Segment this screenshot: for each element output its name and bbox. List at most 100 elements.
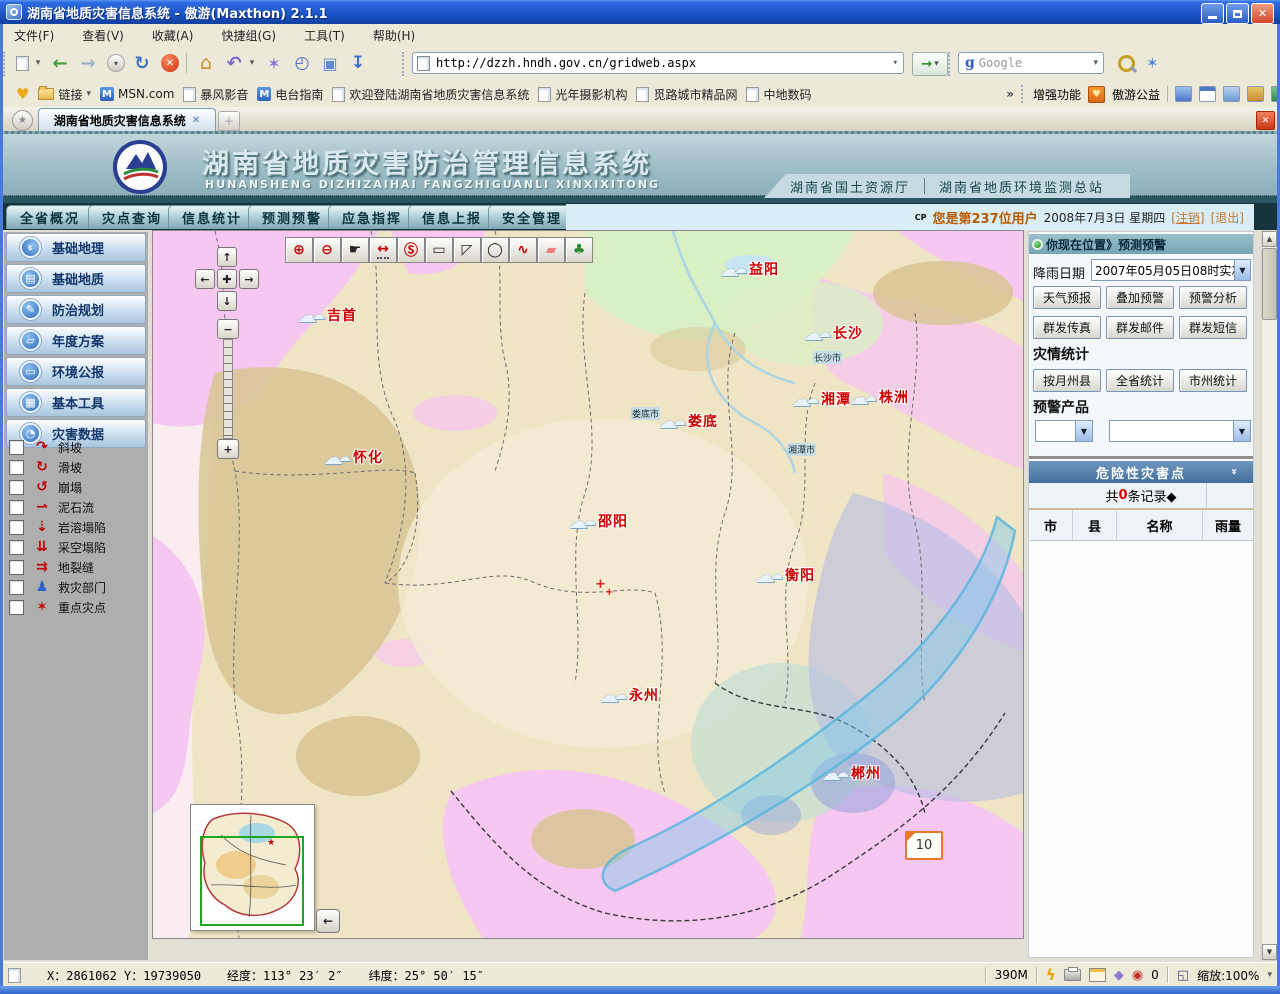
scroll-up-button[interactable]: ▲: [1262, 231, 1277, 247]
layer-checkbox[interactable]: [9, 440, 24, 455]
printer-icon[interactable]: [1064, 969, 1081, 981]
tab-emergency-command[interactable]: 应急指挥: [328, 205, 416, 229]
tab-hazard-query[interactable]: 灾点查询: [88, 205, 176, 229]
plugin-icon[interactable]: ◆: [1114, 968, 1124, 983]
notes-icon[interactable]: [1223, 86, 1240, 102]
overlay-warning-button[interactable]: 叠加预警: [1106, 286, 1174, 309]
tab-info-statistics[interactable]: 信息统计: [168, 205, 256, 229]
search-dropdown-icon[interactable]: ▾: [1093, 58, 1098, 68]
map-polyline-button[interactable]: ∿: [509, 237, 537, 263]
menu-tools[interactable]: 工具(T): [304, 27, 345, 44]
zoom-slider-plus-button[interactable]: +: [217, 439, 239, 459]
enhance-features-link[interactable]: 增强功能: [1033, 86, 1081, 103]
menu-file[interactable]: 文件(F): [14, 27, 54, 44]
danger-points-header[interactable]: 危险性灾害点 »: [1029, 461, 1253, 483]
map-layers-tree-button[interactable]: ♣: [565, 237, 593, 263]
logout-link[interactable]: [注销]: [1171, 209, 1204, 226]
url-text[interactable]: http://dzzh.hndh.gov.cn/gridweb.aspx: [436, 56, 696, 70]
rain-date-select[interactable]: 2007年05月05日08时实况 ▼: [1091, 259, 1251, 281]
tab-province-overview[interactable]: 全省概况: [6, 205, 94, 229]
bookmark-milu-city[interactable]: 觅路城市精品网: [636, 86, 737, 103]
history-clock-button[interactable]: ◴: [290, 51, 314, 75]
menu-help[interactable]: 帮助(H): [373, 27, 415, 44]
mass-email-button[interactable]: 群发邮件: [1106, 316, 1174, 339]
bookmarks-overflow-icon[interactable]: »: [1006, 87, 1014, 101]
search-placeholder[interactable]: Google: [979, 56, 1022, 70]
map-zoom-in-button[interactable]: ⊕: [285, 237, 313, 263]
go-button[interactable]: → ▾: [912, 52, 948, 76]
sidebar-item-env-bulletin[interactable]: ▭环境公报: [6, 357, 146, 386]
collapse-chevrons-icon[interactable]: »: [1228, 467, 1241, 476]
layer-checkbox[interactable]: [9, 460, 24, 475]
exit-link[interactable]: [退出]: [1211, 209, 1244, 226]
pan-up-button[interactable]: ↑: [217, 247, 237, 267]
new-page-button[interactable]: [10, 51, 34, 75]
window-tool-icon[interactable]: [1199, 86, 1216, 102]
minimap-collapse-button[interactable]: ←: [316, 909, 340, 933]
zoom-dropdown-icon[interactable]: ▾: [1267, 970, 1272, 980]
minimap-extent-rect[interactable]: [200, 836, 304, 926]
close-button[interactable]: ✕: [1251, 3, 1274, 24]
overview-minimap[interactable]: ★: [190, 804, 315, 931]
download-button[interactable]: ↧: [346, 51, 370, 75]
maxthon-charity-icon[interactable]: ♥: [1088, 86, 1105, 103]
new-tab-button[interactable]: ＋: [218, 111, 240, 131]
bookmark-links-folder[interactable]: 链接 ▾: [38, 86, 91, 103]
sidebar-item-annual-plan[interactable]: ▱年度方案: [6, 326, 146, 355]
zoom-slider-minus-button[interactable]: −: [217, 319, 239, 339]
search-box[interactable]: g Google ▾: [958, 52, 1104, 74]
pens-icon[interactable]: [1247, 86, 1264, 102]
mass-fax-button[interactable]: 群发传真: [1033, 316, 1101, 339]
sidebar-item-base-geography[interactable]: »基础地理: [6, 233, 146, 262]
tab-forecast-warning[interactable]: 预测预警: [248, 205, 336, 229]
layer-checkbox[interactable]: [9, 520, 24, 535]
address-dropdown-icon[interactable]: ▾: [893, 58, 898, 68]
undo-dropdown-icon[interactable]: ▾: [246, 51, 258, 75]
mass-sms-button[interactable]: 群发短信: [1179, 316, 1247, 339]
boost-icon[interactable]: ϟ: [1046, 966, 1056, 984]
scroll-thumb[interactable]: [1262, 248, 1277, 320]
map-pan-button[interactable]: ☛: [341, 237, 369, 263]
menu-favorites[interactable]: 收藏(A): [152, 27, 194, 44]
layer-checkbox[interactable]: [9, 580, 24, 595]
layer-checkbox[interactable]: [9, 560, 24, 575]
map-eraser-button[interactable]: ▰: [537, 237, 565, 263]
bookmark-hunan-geohazard[interactable]: 欢迎登陆湖南省地质灾害信息系统: [332, 86, 529, 103]
popup-blocker-icon[interactable]: [1089, 968, 1106, 982]
forward-button[interactable]: →: [76, 51, 100, 75]
pan-right-button[interactable]: →: [239, 269, 259, 289]
bookmark-guangnian-photo[interactable]: 光年摄影机构: [538, 86, 627, 103]
address-bar[interactable]: http://dzzh.hndh.gov.cn/gridweb.aspx ▾: [412, 52, 904, 74]
bookmark-zhongdi-digital[interactable]: 中地数码: [746, 86, 811, 103]
bookmark-msn[interactable]: MMSN.com: [100, 87, 174, 101]
layer-checkbox[interactable]: [9, 480, 24, 495]
pan-center-button[interactable]: ✚: [217, 269, 237, 289]
sidebar-item-base-geology[interactable]: ▤基础地质: [6, 264, 146, 293]
link-geo-env-station[interactable]: 湖南省地质环境监测总站: [939, 177, 1104, 196]
highlighter-icon[interactable]: ✶: [1146, 54, 1159, 72]
favorites-star-button[interactable]: ★: [12, 110, 33, 131]
new-page-dropdown-icon[interactable]: ▾: [32, 51, 44, 75]
tab-info-report[interactable]: 信息上报: [408, 205, 496, 229]
content-close-button[interactable]: ✕: [1256, 111, 1275, 130]
home-button[interactable]: ⌂: [194, 51, 218, 75]
by-month-county-button[interactable]: 按月州县: [1033, 369, 1101, 392]
zoom-level[interactable]: 缩放:100%: [1197, 967, 1259, 984]
stop-button[interactable]: ✕: [158, 51, 182, 75]
sidebar-item-basic-tools[interactable]: ▦基本工具: [6, 388, 146, 417]
menu-groups[interactable]: 快捷组(G): [221, 27, 276, 44]
pan-down-button[interactable]: ↓: [217, 291, 237, 311]
bookmark-radio-guide[interactable]: M电台指南: [257, 86, 323, 103]
blocked-count-icon[interactable]: ◉: [1132, 968, 1143, 983]
map-scale-button[interactable]: Ⓢ: [397, 237, 425, 263]
layer-checkbox[interactable]: [9, 600, 24, 615]
tab-close-icon[interactable]: ✕: [192, 115, 200, 126]
layer-checkbox[interactable]: [9, 540, 24, 555]
undo-button[interactable]: ↶: [222, 51, 246, 75]
zoom-slider-track[interactable]: [223, 339, 233, 439]
pan-left-button[interactable]: ←: [195, 269, 215, 289]
maxthon-charity-link[interactable]: 傲游公益: [1112, 86, 1160, 103]
messenger-icon[interactable]: [1175, 86, 1192, 102]
city-stats-button[interactable]: 市州统计: [1179, 369, 1247, 392]
province-stats-button[interactable]: 全省统计: [1106, 369, 1174, 392]
